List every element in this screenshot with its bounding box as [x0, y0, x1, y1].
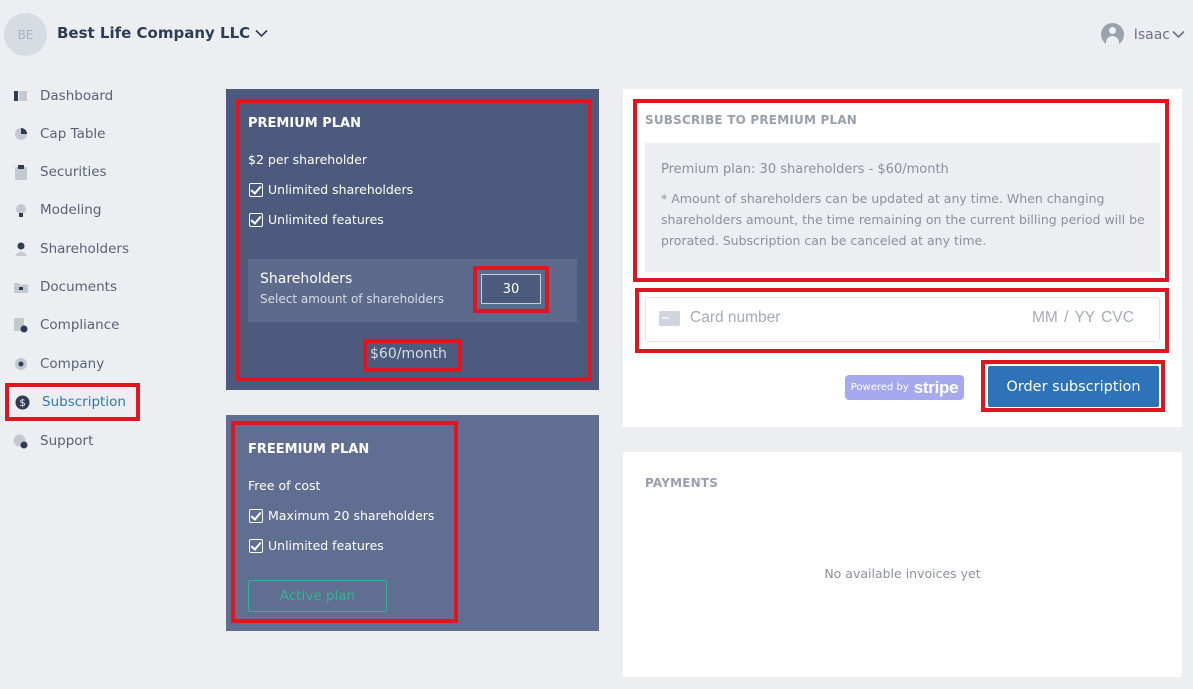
sidebar-item-label: Shareholders: [40, 241, 129, 257]
support-icon: [13, 434, 28, 449]
chevron-down-icon: [255, 29, 268, 37]
sidebar-item-cap-table[interactable]: Cap Table: [13, 126, 105, 142]
sidebar-item-company[interactable]: Company: [13, 356, 104, 372]
lightbulb-icon: [13, 203, 28, 218]
clipboard-icon: [13, 164, 28, 180]
user-menu[interactable]: Isaac: [1100, 23, 1185, 46]
gear-icon: [13, 357, 28, 372]
sidebar-item-dashboard[interactable]: Dashboard: [13, 88, 113, 104]
company-switcher[interactable]: Best Life Company LLC: [57, 24, 268, 42]
sidebar-item-label: Cap Table: [40, 126, 106, 142]
payments-heading: PAYMENTS: [645, 476, 719, 490]
powered-by-label: Powered by: [850, 382, 909, 393]
pie-chart-icon: [13, 127, 28, 142]
highlight-shareholders-input: [473, 266, 549, 313]
highlight-freemium-card: [231, 421, 458, 623]
sidebar-item-compliance[interactable]: Compliance: [13, 317, 119, 333]
sidebar-item-securities[interactable]: Securities: [13, 164, 107, 180]
sidebar-item-shareholders[interactable]: Shareholders: [13, 241, 129, 257]
sidebar-item-label: Support: [40, 433, 94, 449]
powered-by-stripe-badge[interactable]: Powered by stripe: [845, 375, 964, 400]
sidebar-item-label: Modeling: [40, 202, 102, 218]
highlight-order-button: [981, 360, 1165, 412]
user-name: Isaac: [1133, 26, 1170, 43]
highlight-card-field: [635, 288, 1169, 353]
highlight-total-price: [363, 339, 462, 372]
sidebar-item-label: Securities: [40, 164, 107, 180]
sidebar-item-documents[interactable]: Documents: [13, 279, 117, 295]
dashboard-icon: [13, 89, 28, 104]
person-icon: [13, 242, 28, 257]
no-invoices-message: No available invoices yet: [824, 566, 981, 581]
sidebar-item-label: Compliance: [40, 317, 120, 333]
stripe-logo: stripe: [913, 377, 959, 397]
company-avatar[interactable]: BE: [4, 13, 47, 56]
document-icon: [13, 317, 28, 333]
highlight-subscribe-info: [633, 99, 1169, 282]
highlight-subscription-nav: [5, 383, 140, 421]
sidebar-item-label: Company: [40, 356, 105, 372]
company-name: Best Life Company LLC: [57, 24, 251, 42]
sidebar-item-label: Dashboard: [40, 88, 114, 104]
sidebar-item-modeling[interactable]: Modeling: [13, 202, 101, 218]
sidebar-item-label: Documents: [40, 279, 117, 295]
user-avatar-icon: [1100, 23, 1124, 46]
chevron-down-icon: [1172, 30, 1185, 39]
folder-icon: [13, 280, 28, 295]
sidebar-item-support[interactable]: Support: [13, 433, 93, 449]
